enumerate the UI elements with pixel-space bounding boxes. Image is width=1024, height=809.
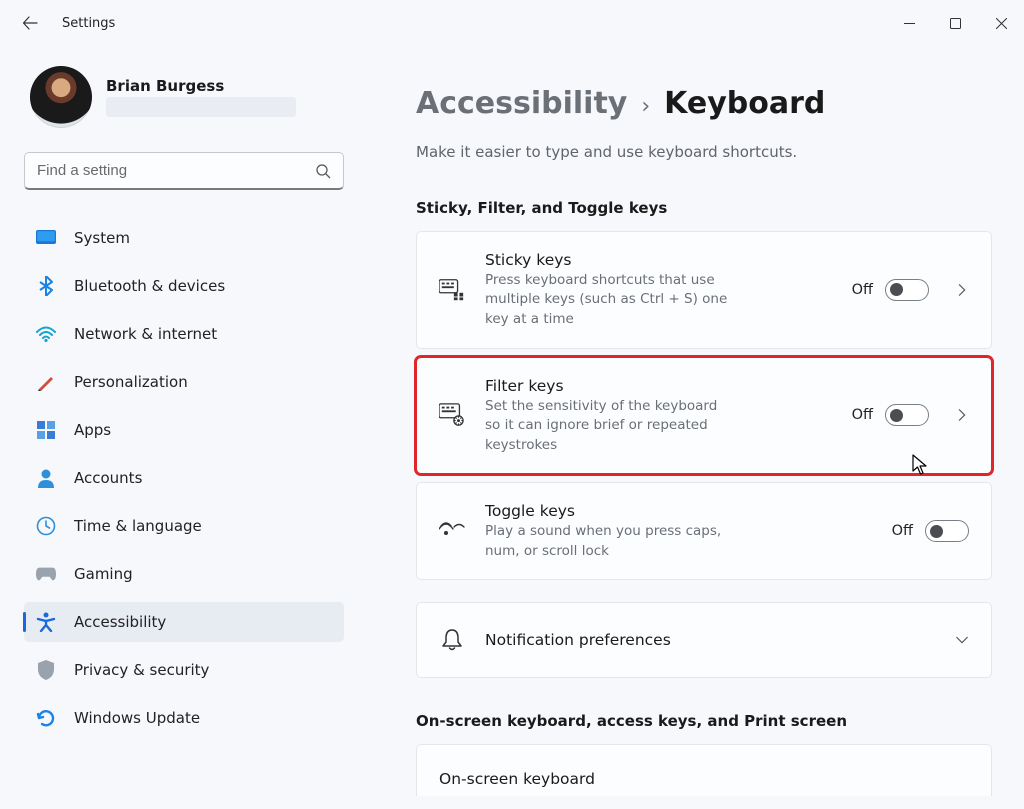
page-subtitle: Make it easier to type and use keyboard … — [416, 143, 992, 161]
system-icon — [36, 228, 56, 248]
maximize-button[interactable] — [932, 7, 978, 39]
search-input[interactable] — [37, 162, 315, 179]
bell-icon — [439, 627, 465, 653]
search-icon — [315, 163, 331, 179]
setting-title: On-screen keyboard — [439, 769, 969, 790]
back-button[interactable] — [12, 5, 48, 41]
sticky-keys-toggle[interactable] — [885, 279, 929, 301]
setting-desc: Play a sound when you press caps, num, o… — [485, 522, 735, 561]
setting-sticky-keys[interactable]: Sticky keys Press keyboard shortcuts tha… — [416, 231, 992, 349]
setting-toggle-keys[interactable]: Toggle keys Play a sound when you press … — [416, 482, 992, 580]
filter-keys-icon — [439, 402, 465, 428]
toggle-state-label: Off — [852, 407, 873, 423]
back-arrow-icon — [22, 15, 38, 31]
sidebar-item-label: Time & language — [74, 517, 202, 535]
profile-email-placeholder — [106, 97, 296, 117]
chevron-right-icon — [955, 408, 969, 422]
sidebar-item-privacy[interactable]: Privacy & security — [24, 650, 344, 690]
sidebar-item-label: Apps — [74, 421, 111, 439]
sidebar-item-label: Personalization — [74, 373, 188, 391]
toggle-keys-icon — [439, 518, 465, 544]
section-heading-sticky: Sticky, Filter, and Toggle keys — [416, 199, 992, 217]
chevron-right-icon — [955, 283, 969, 297]
toggle-state-label: Off — [852, 282, 873, 298]
sidebar-item-time[interactable]: Time & language — [24, 506, 344, 546]
chevron-down-icon — [955, 633, 969, 647]
gaming-icon — [36, 564, 56, 584]
sidebar-item-system[interactable]: System — [24, 218, 344, 258]
sidebar-item-label: Network & internet — [74, 325, 217, 343]
sidebar-item-label: System — [74, 229, 130, 247]
breadcrumb: Accessibility › Keyboard — [416, 86, 992, 121]
window-controls — [886, 7, 1024, 39]
accessibility-icon — [36, 612, 56, 632]
sidebar-item-label: Accounts — [74, 469, 142, 487]
breadcrumb-parent[interactable]: Accessibility — [416, 86, 627, 121]
sticky-keys-icon — [439, 277, 465, 303]
sidebar-item-accessibility[interactable]: Accessibility — [24, 602, 344, 642]
setting-title: Filter keys — [485, 376, 832, 397]
profile-name: Brian Burgess — [106, 77, 296, 95]
content-area: Accessibility › Keyboard Make it easier … — [362, 46, 1024, 809]
network-icon — [36, 324, 56, 344]
sidebar-item-network[interactable]: Network & internet — [24, 314, 344, 354]
sidebar-item-update[interactable]: Windows Update — [24, 698, 344, 738]
filter-keys-toggle[interactable] — [885, 404, 929, 426]
app-title: Settings — [62, 16, 115, 31]
setting-notification-preferences[interactable]: Notification preferences — [416, 602, 992, 678]
toggle-state-label: Off — [892, 523, 913, 539]
sidebar-item-gaming[interactable]: Gaming — [24, 554, 344, 594]
sidebar-item-personalization[interactable]: Personalization — [24, 362, 344, 402]
sidebar-item-bluetooth[interactable]: Bluetooth & devices — [24, 266, 344, 306]
privacy-security-icon — [36, 660, 56, 680]
setting-title: Notification preferences — [485, 630, 929, 651]
toggle-keys-toggle[interactable] — [925, 520, 969, 542]
sidebar-item-label: Windows Update — [74, 709, 200, 727]
sidebar-item-apps[interactable]: Apps — [24, 410, 344, 450]
accounts-icon — [36, 468, 56, 488]
sidebar-item-label: Gaming — [74, 565, 133, 583]
apps-icon — [36, 420, 56, 440]
close-button[interactable] — [978, 7, 1024, 39]
sidebar-item-label: Privacy & security — [74, 661, 209, 679]
minimize-button[interactable] — [886, 7, 932, 39]
title-bar: Settings — [0, 0, 1024, 46]
avatar — [30, 66, 92, 128]
setting-on-screen-keyboard[interactable]: On-screen keyboard — [416, 744, 992, 796]
bluetooth-icon — [36, 276, 56, 296]
search-box[interactable] — [24, 152, 344, 190]
setting-title: Toggle keys — [485, 501, 872, 522]
setting-desc: Set the sensitivity of the keyboard so i… — [485, 397, 735, 456]
maximize-icon — [950, 18, 961, 29]
setting-desc: Press keyboard shortcuts that use multip… — [485, 271, 735, 330]
profile-block[interactable]: Brian Burgess — [24, 66, 344, 128]
minimize-icon — [904, 18, 915, 29]
setting-title: Sticky keys — [485, 250, 832, 271]
time-language-icon — [36, 516, 56, 536]
sidebar-item-label: Bluetooth & devices — [74, 277, 225, 295]
chevron-right-icon: › — [641, 94, 650, 119]
personalization-icon — [36, 372, 56, 392]
windows-update-icon — [36, 708, 56, 728]
page-title: Keyboard — [664, 86, 825, 121]
section-heading-onscreen: On-screen keyboard, access keys, and Pri… — [416, 712, 992, 730]
sidebar-item-accounts[interactable]: Accounts — [24, 458, 344, 498]
setting-filter-keys[interactable]: Filter keys Set the sensitivity of the k… — [416, 357, 992, 475]
sidebar-item-label: Accessibility — [74, 613, 166, 631]
close-icon — [996, 18, 1007, 29]
sidebar: Brian Burgess System Bluetooth & devices… — [0, 46, 362, 809]
